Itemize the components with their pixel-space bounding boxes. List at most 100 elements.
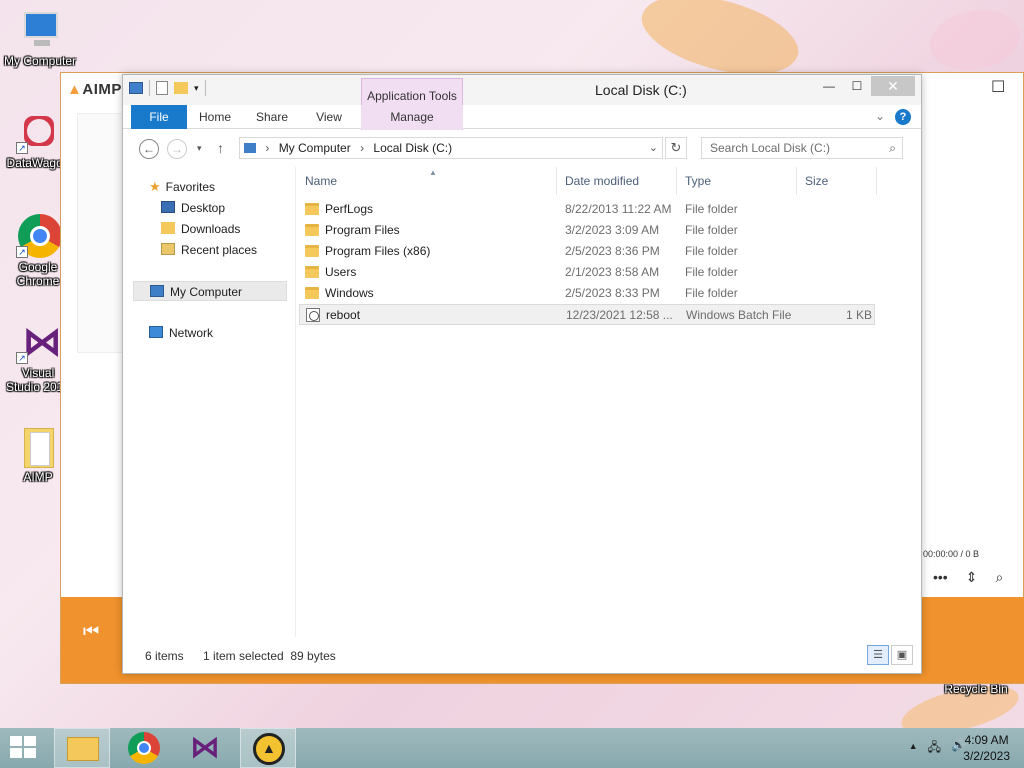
aimp-logo: ▲AIMP [67, 81, 122, 98]
maximize-button[interactable]: ☐ [843, 76, 871, 96]
large-icons-view-button[interactable]: ▣ [891, 645, 913, 665]
title-bar[interactable]: ▾ Application Tools Local Disk (C:) — ☐ … [123, 75, 921, 130]
table-row[interactable]: reboot 12/23/2021 12:58 ... Windows Batc… [299, 304, 875, 325]
file-date: 2/1/2023 8:58 AM [565, 265, 660, 279]
customize-toolbar-icon[interactable]: ▾ [194, 83, 199, 94]
computer-icon [18, 8, 62, 52]
desktop-icon-recycle-bin[interactable]: Recycle Bin [936, 682, 1016, 696]
start-button[interactable] [10, 736, 38, 760]
column-header-size[interactable]: Size [799, 167, 877, 195]
file-date: 2/5/2023 8:36 PM [565, 244, 660, 258]
file-size: 1 KB [845, 308, 872, 322]
status-bar: 6 items 1 item selected 89 bytes ☰ ▣ [123, 643, 921, 669]
refresh-button[interactable]: ↻ [665, 137, 687, 159]
desktop-icon-my-computer[interactable]: My Computer [0, 8, 80, 68]
tab-share[interactable]: Share [247, 105, 297, 129]
breadcrumb-my-computer[interactable]: My Computer [279, 141, 351, 155]
windows-logo-icon [10, 736, 22, 746]
nav-favorites[interactable]: ★ Favorites [149, 177, 215, 197]
new-folder-icon[interactable] [174, 82, 188, 94]
file-name: reboot [326, 308, 361, 322]
taskbar-visual-studio[interactable]: ⋈ [178, 728, 234, 768]
file-type: File folder [685, 286, 738, 300]
selection-info: 1 item selected 89 bytes [203, 649, 336, 663]
previous-track-icon[interactable]: ⏮ [83, 621, 99, 642]
clock[interactable]: 4:09 AM 3/2/2023 [963, 732, 1010, 764]
search-icon[interactable]: ⌕ [995, 569, 1003, 586]
properties-icon[interactable] [156, 81, 168, 95]
column-header-name[interactable]: ▲ Name [299, 167, 557, 195]
search-input[interactable]: Search Local Disk (C:) ⌕ [701, 137, 903, 159]
file-name: Program Files [325, 223, 400, 237]
clock-time: 4:09 AM [964, 733, 1009, 747]
expand-ribbon-icon[interactable]: ⌄ [875, 109, 885, 123]
tab-home[interactable]: Home [191, 105, 239, 129]
recent-locations-icon[interactable]: ▾ [197, 143, 202, 154]
close-button[interactable]: ✕ [871, 76, 915, 96]
computer-icon [129, 82, 143, 94]
column-header-type[interactable]: Type [679, 167, 797, 195]
desktop-icon-label: Recycle Bin [944, 682, 1008, 696]
nav-desktop[interactable]: Desktop [161, 198, 225, 218]
file-date: 12/23/2021 12:58 ... [566, 308, 673, 322]
file-name: Windows [325, 286, 374, 300]
nav-recent-places[interactable]: Recent places [161, 240, 257, 260]
pane-splitter[interactable] [295, 167, 296, 637]
details-view-button[interactable]: ☰ [867, 645, 889, 665]
taskbar-chrome[interactable] [116, 728, 172, 768]
clock-date: 3/2/2023 [963, 749, 1010, 763]
folder-icon [305, 266, 319, 278]
taskbar-file-explorer[interactable] [54, 728, 110, 768]
address-bar[interactable]: › My Computer › Local Disk (C:) ⌄ [239, 137, 663, 159]
file-date: 8/22/2013 11:22 AM [565, 202, 672, 216]
taskbar-aimp[interactable]: ▲ [240, 728, 296, 768]
file-type: File folder [685, 265, 738, 279]
table-row[interactable]: Users 2/1/2023 8:58 AM File folder [299, 262, 875, 283]
item-count: 6 items [145, 649, 184, 663]
file-type: File folder [685, 223, 738, 237]
file-name: PerfLogs [325, 202, 374, 216]
aimp-maximize-button[interactable]: ☐ [991, 77, 1005, 97]
tab-manage[interactable]: Manage [361, 105, 463, 129]
visual-studio-icon: ⋈ ↗ [16, 320, 62, 364]
window-title: Local Disk (C:) [595, 82, 687, 98]
system-tray: ▲ 🖧 🔊 [909, 738, 966, 759]
computer-icon [244, 143, 256, 153]
desktop-icon [161, 201, 175, 213]
up-button[interactable]: ↑ [217, 140, 224, 156]
nav-network[interactable]: Network [149, 323, 213, 343]
table-row[interactable]: Program Files 3/2/2023 3:09 AM File fold… [299, 220, 875, 241]
shortcut-arrow-icon: ↗ [16, 142, 28, 154]
help-icon[interactable]: ? [895, 109, 911, 125]
minimize-button[interactable]: — [815, 76, 843, 96]
tab-file[interactable]: File [131, 105, 187, 129]
file-explorer-icon [67, 737, 99, 761]
network-icon [149, 326, 163, 338]
show-hidden-icons-icon[interactable]: ▲ [909, 741, 918, 759]
file-list: ▲ Name Date modified Type Size PerfLogs … [299, 167, 879, 635]
file-name: Program Files (x86) [325, 244, 431, 258]
column-header-date[interactable]: Date modified [559, 167, 677, 195]
star-icon: ★ [149, 179, 161, 194]
aimp-toolbar: ••• ⇕ ⌕ [933, 569, 1003, 586]
breadcrumb-local-disk[interactable]: Local Disk (C:) [373, 141, 452, 155]
chrome-icon: ↗ [16, 214, 62, 258]
visual-studio-icon: ⋈ [190, 731, 220, 764]
table-row[interactable]: Windows 2/5/2023 8:33 PM File folder [299, 283, 875, 304]
file-name: Users [325, 265, 357, 279]
sort-icon[interactable]: ⇕ [966, 569, 978, 586]
more-options-icon[interactable]: ••• [933, 569, 948, 586]
forward-button[interactable]: → [167, 139, 187, 159]
back-button[interactable]: ← [139, 139, 159, 159]
desktop-icon-label: My Computer [3, 54, 77, 68]
table-row[interactable]: PerfLogs 8/22/2013 11:22 AM File folder [299, 199, 875, 220]
network-status-icon[interactable]: 🖧 [928, 738, 941, 759]
search-placeholder: Search Local Disk (C:) [710, 141, 831, 155]
address-dropdown-icon[interactable]: ⌄ [649, 138, 658, 158]
tab-view[interactable]: View [305, 105, 353, 129]
aimp-playlist-panel [77, 113, 125, 353]
nav-downloads[interactable]: Downloads [161, 219, 240, 239]
folder-icon [305, 245, 319, 257]
nav-my-computer[interactable]: My Computer [133, 281, 287, 301]
table-row[interactable]: Program Files (x86) 2/5/2023 8:36 PM Fil… [299, 241, 875, 262]
